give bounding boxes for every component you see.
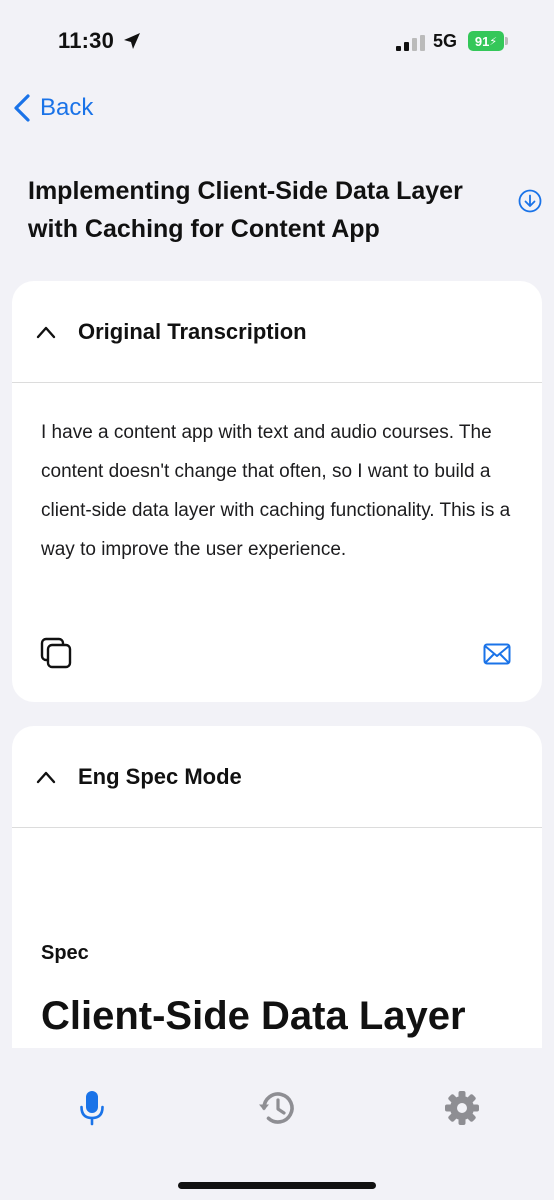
spec-card-header[interactable]: Eng Spec Mode	[12, 726, 542, 828]
charging-bolt-icon: ⚡	[489, 35, 498, 48]
chevron-up-icon	[36, 771, 56, 783]
microphone-icon	[80, 1091, 104, 1126]
spec-label: Spec	[41, 942, 89, 964]
chevron-left-icon	[14, 94, 30, 122]
status-bar: 11:30 5G 91 ⚡	[0, 0, 554, 80]
tab-history[interactable]	[257, 1088, 297, 1128]
battery-level: 91	[474, 33, 490, 49]
spec-heading: Client-Side Data Layer	[41, 994, 466, 1038]
spec-card: Eng Spec Mode Spec Client-Side Data Laye…	[12, 726, 542, 1056]
battery-cap	[505, 37, 508, 45]
home-indicator	[178, 1182, 376, 1189]
spec-card-title: Eng Spec Mode	[78, 763, 242, 789]
transcription-card-header[interactable]: Original Transcription	[12, 281, 542, 383]
download-icon[interactable]	[518, 189, 542, 213]
back-label: Back	[40, 94, 94, 121]
back-button[interactable]: Back	[12, 88, 93, 128]
battery-indicator: 91 ⚡	[468, 31, 504, 51]
transcription-card-title: Original Transcription	[78, 318, 307, 344]
copy-icon[interactable]	[40, 637, 72, 669]
tab-settings[interactable]	[442, 1088, 482, 1128]
chevron-up-icon	[36, 326, 56, 338]
network-label: 5G	[433, 31, 458, 51]
tab-record[interactable]	[72, 1088, 112, 1128]
status-time: 11:30	[58, 28, 115, 53]
signal-strength-icon	[396, 35, 425, 51]
page-title: Implementing Client-Side Data Layer with…	[28, 177, 463, 243]
tab-bar	[0, 1048, 554, 1200]
transcription-card: Original Transcription I have a content …	[12, 281, 542, 702]
history-icon	[259, 1092, 294, 1124]
mail-icon[interactable]	[483, 643, 511, 665]
transcription-text: I have a content app with text and audio…	[41, 422, 511, 560]
location-arrow-icon	[124, 33, 140, 49]
gear-icon	[445, 1091, 479, 1125]
